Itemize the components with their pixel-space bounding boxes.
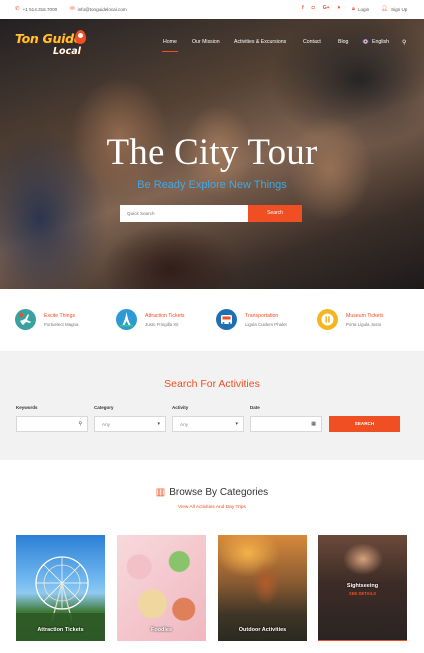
view-all-activities-link[interactable]: View All Activities And Day Trips <box>0 505 424 510</box>
signup-label: Sign Up <box>390 6 408 12</box>
email-address: info@tonguidelocal.com <box>77 6 127 12</box>
category-label: Sightseeing <box>346 583 379 589</box>
category-label: Outdoor Activities <box>238 627 287 633</box>
phone-contact[interactable]: ✆ +1 514.316.7000 <box>15 6 57 12</box>
user-icon: 👤︎ <box>381 6 388 12</box>
hero-subtitle: Be Ready Explore New Things <box>137 179 287 191</box>
category-label: Category <box>94 405 114 410</box>
nav-activities[interactable]: Activities & Excursions <box>234 39 286 45</box>
instagram-icon[interactable]: ◘ <box>312 5 315 11</box>
search-icon: ⚲ <box>78 421 82 427</box>
category-card-attraction-tickets[interactable]: Attraction Tickets <box>16 535 105 641</box>
nav-blog[interactable]: Blog <box>338 39 348 45</box>
bus-icon <box>216 309 237 330</box>
search-activities-button[interactable]: SEARCH <box>329 416 400 432</box>
social-links: f ◘ G+ ♥ <box>302 5 340 11</box>
eiffel-tower-icon <box>116 309 137 330</box>
category-card-outdoor-activities[interactable]: Outdoor Activities <box>218 535 307 641</box>
calendar-icon: ▦ <box>311 421 316 427</box>
date-input[interactable]: ▦ <box>250 416 322 432</box>
activity-value: Any <box>180 422 188 427</box>
category-label: Foodies <box>150 627 173 633</box>
keywords-label: Keywords <box>16 405 38 410</box>
logo-text-line1: Ton Guide <box>15 31 82 46</box>
search-icon[interactable]: ⚲ <box>402 39 406 46</box>
site-logo[interactable]: Ton Guide Local <box>15 28 95 60</box>
nav-our-mission[interactable]: Our Mission <box>192 39 220 45</box>
search-activities-title: Search For Activities <box>164 378 260 390</box>
feature-subtitle: Porta Ligula Justo <box>346 322 382 327</box>
login-label: Login <box>357 6 370 12</box>
feature-subtitle: Portuelect Magna <box>44 322 79 327</box>
phone-icon: ✆ <box>15 6 20 12</box>
category-value: Any <box>102 422 110 427</box>
feature-title: Transportation <box>245 313 279 319</box>
browse-categories-heading: ▥ Browse By Categories <box>0 487 424 498</box>
ferris-wheel-image <box>16 556 105 641</box>
envelope-icon: ✉ <box>70 6 75 12</box>
see-details-link[interactable]: SEE DETAILS <box>318 591 407 596</box>
google-plus-icon[interactable]: G+ <box>323 5 330 11</box>
feature-subtitle: Ligula Cuidem Phalet <box>245 322 287 327</box>
language-selector[interactable]: English <box>362 39 389 45</box>
museum-ticket-icon <box>317 309 338 330</box>
lock-icon: 🔒︎ <box>352 6 355 12</box>
airplane-icon <box>15 309 36 330</box>
browse-categories-title: Browse By Categories <box>169 487 269 498</box>
date-label: Date <box>250 405 260 410</box>
uk-flag-icon <box>362 39 369 45</box>
keywords-input[interactable]: ⚲ <box>16 416 88 432</box>
phone-number: +1 514.316.7000 <box>22 6 58 12</box>
category-select[interactable]: Any ▾ <box>94 416 166 432</box>
category-card-sightseeing[interactable]: Sightseeing SEE DETAILS <box>318 535 407 641</box>
hero-title: The City Tour <box>106 132 318 173</box>
search-activities-section: Search For Activities Keywords Category … <box>0 351 424 460</box>
hero-banner: Ton Guide Local Home Our Mission Activit… <box>0 19 424 289</box>
activity-select[interactable]: Any ▾ <box>172 416 244 432</box>
twitter-icon[interactable]: ♥ <box>338 5 341 11</box>
feature-subtitle: Justo Fringilla Xit <box>145 322 179 327</box>
logo-text-line2: Local <box>53 46 81 57</box>
top-bar: ✆ +1 514.316.7000 ✉ info@tonguidelocal.c… <box>0 0 424 19</box>
building-icon: ▥ <box>155 487 166 498</box>
nav-home[interactable]: Home <box>162 39 178 53</box>
feature-title: Museum Tickets <box>346 313 384 319</box>
email-contact[interactable]: ✉ info@tonguidelocal.com <box>70 6 127 12</box>
map-pin-icon <box>75 30 86 44</box>
facebook-icon[interactable]: f <box>302 5 304 11</box>
feature-title: Excite Things <box>44 313 76 319</box>
quick-search-input[interactable] <box>120 205 248 222</box>
category-card-foodies[interactable]: Foodies <box>117 535 206 641</box>
caret-down-icon: ▾ <box>157 421 160 427</box>
activity-label: Activity <box>172 405 189 410</box>
caret-down-icon: ▾ <box>235 421 238 427</box>
language-label: English <box>372 39 390 45</box>
hero-search-button[interactable]: Search <box>248 205 302 222</box>
category-label: Attraction Tickets <box>37 627 84 633</box>
nav-contact[interactable]: Contact <box>303 39 321 45</box>
active-underline <box>318 639 407 641</box>
feature-title: Attraction Tickets <box>145 313 185 319</box>
login-link[interactable]: 🔒︎ Login <box>352 6 369 12</box>
signup-link[interactable]: 👤︎ Sign Up <box>381 6 407 12</box>
